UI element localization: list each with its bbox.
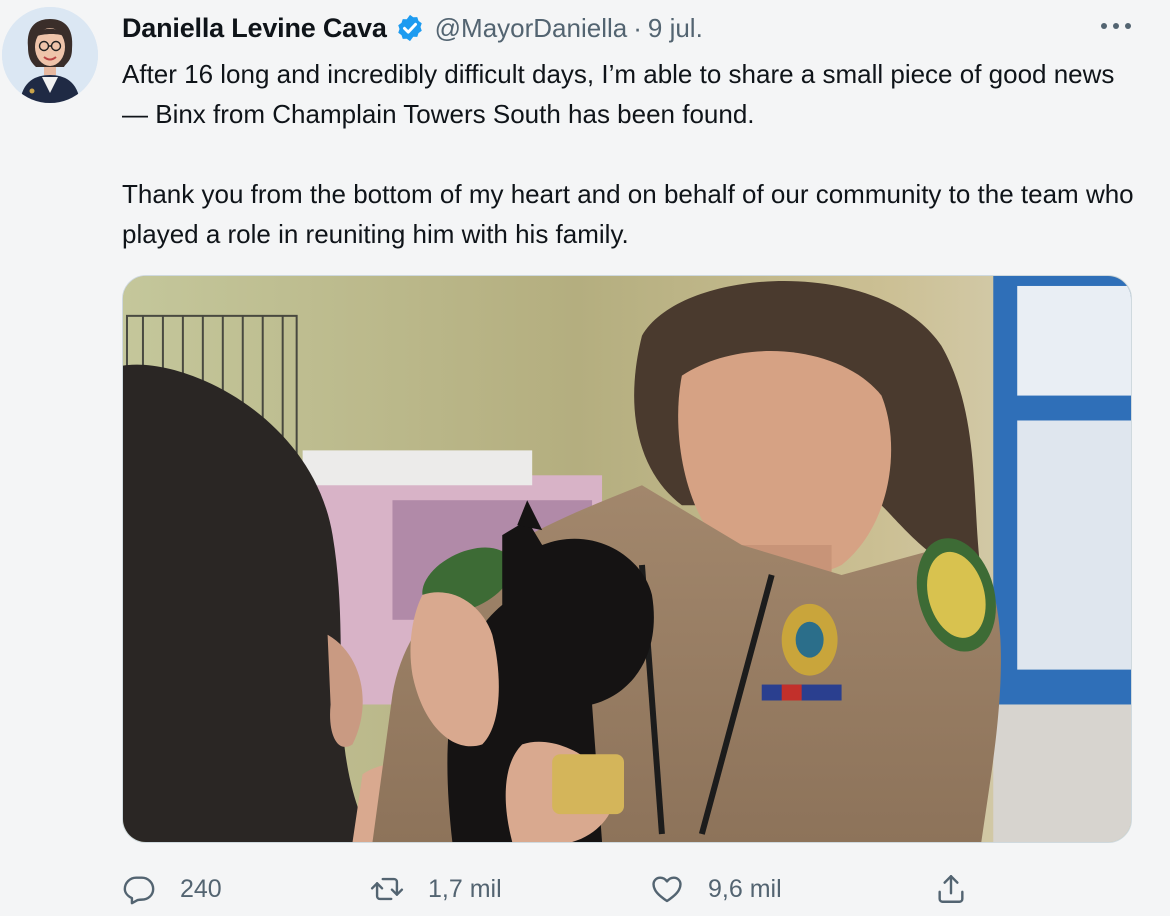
retweet-button[interactable]: 1,7 mil [370, 866, 502, 912]
tweet-date[interactable]: 9 jul. [648, 13, 703, 44]
tweet-text: After 16 long and incredibly difficult d… [122, 54, 1142, 254]
avatar[interactable] [2, 7, 98, 103]
retweet-count: 1,7 mil [428, 874, 502, 903]
tweet-actions: 240 1,7 mil 9,6 mil [122, 866, 1002, 912]
reply-icon [122, 872, 156, 906]
tweet-paragraph: After 16 long and incredibly difficult d… [122, 59, 1115, 129]
reply-count: 240 [180, 874, 222, 903]
retweet-icon [370, 872, 404, 906]
author-handle[interactable]: @MayorDaniella [435, 13, 628, 44]
tweet-card: Daniella Levine Cava @MayorDaniella · 9 … [0, 0, 1170, 916]
like-button[interactable]: 9,6 mil [650, 866, 782, 912]
tweet-photo[interactable] [122, 275, 1132, 843]
author-name[interactable]: Daniella Levine Cava [122, 13, 387, 44]
reply-button[interactable]: 240 [122, 866, 222, 912]
like-count: 9,6 mil [708, 874, 782, 903]
header-separator: · [633, 12, 642, 43]
more-options-icon[interactable] [1096, 12, 1136, 40]
tweet-paragraph: Thank you from the bottom of my heart an… [122, 179, 1134, 249]
tweet-header: Daniella Levine Cava @MayorDaniella · 9 … [122, 8, 703, 48]
heart-icon [650, 872, 684, 906]
verified-badge-icon [395, 13, 425, 43]
share-button[interactable] [934, 866, 968, 912]
share-icon [934, 872, 968, 906]
